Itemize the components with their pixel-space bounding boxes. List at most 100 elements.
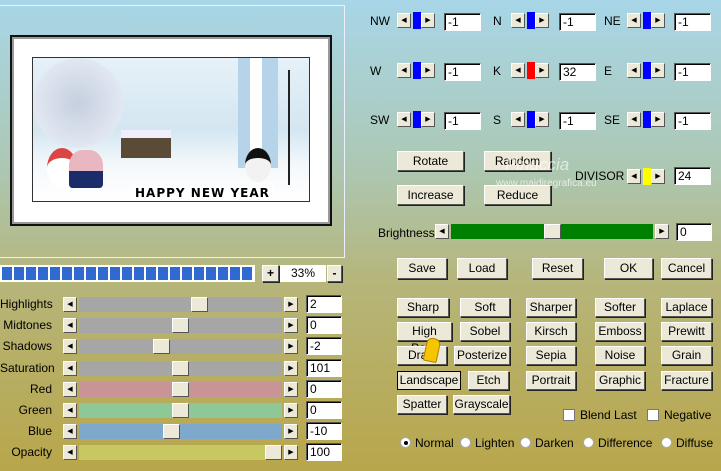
slider-thumb[interactable] xyxy=(643,168,651,185)
preset-portrait-button[interactable]: Portrait xyxy=(526,371,576,390)
slider-thumb[interactable] xyxy=(162,424,180,440)
matrix-field-sw[interactable]: -1 xyxy=(444,112,481,130)
matrix-field-s[interactable]: -1 xyxy=(559,112,596,130)
preset-high-pass-button[interactable]: High Pass xyxy=(397,322,452,355)
slider-thumb[interactable] xyxy=(413,62,421,79)
slider-thumb[interactable] xyxy=(527,12,535,29)
rotate-button[interactable]: Rotate xyxy=(397,151,464,171)
slider-midtones[interactable]: ◀ ▶ xyxy=(63,318,298,334)
right-arrow-icon[interactable]: ▶ xyxy=(421,112,435,127)
slider-thumb[interactable] xyxy=(190,297,208,312)
matrix-field-e[interactable]: -1 xyxy=(674,63,711,81)
preset-laplace-button[interactable]: Laplace xyxy=(661,298,712,317)
matrix-slider-w[interactable]: ◀ ▶ xyxy=(397,62,437,79)
slider-saturation[interactable]: ◀ ▶ xyxy=(63,360,298,376)
blend-last-checkbox[interactable] xyxy=(563,409,575,421)
right-arrow-icon[interactable]: ▶ xyxy=(535,112,549,127)
slider-track[interactable] xyxy=(79,445,282,461)
scroll-right-arrow-icon[interactable]: ▶ xyxy=(284,424,298,440)
slider-track[interactable] xyxy=(79,297,282,312)
preset-sharp-button[interactable]: Sharp xyxy=(397,298,449,317)
slider-thumb[interactable] xyxy=(172,318,189,334)
preset-spatter-button[interactable]: Spatter xyxy=(397,395,447,414)
preset-draw-button[interactable]: Draw xyxy=(397,346,447,365)
right-arrow-icon[interactable]: ▶ xyxy=(651,13,665,28)
brightness-field[interactable]: 0 xyxy=(676,223,712,241)
slider-thumb[interactable] xyxy=(643,111,651,128)
slider-thumb[interactable] xyxy=(413,12,421,29)
scroll-right-arrow-icon[interactable]: ▶ xyxy=(655,224,669,239)
scroll-left-arrow-icon[interactable]: ◀ xyxy=(63,297,77,312)
slider-blue[interactable]: ◀ ▶ xyxy=(63,424,298,440)
reset-button[interactable]: Reset xyxy=(532,258,583,279)
matrix-field-k[interactable]: 32 xyxy=(559,63,596,81)
slider-track[interactable] xyxy=(79,424,282,440)
left-arrow-icon[interactable]: ◀ xyxy=(627,63,641,78)
scroll-left-arrow-icon[interactable]: ◀ xyxy=(63,318,77,334)
preset-softer-button[interactable]: Softer xyxy=(595,298,645,317)
value-field[interactable]: 2 xyxy=(306,295,342,313)
slider-opacity[interactable]: ◀ ▶ xyxy=(63,445,298,461)
right-arrow-icon[interactable]: ▶ xyxy=(421,63,435,78)
value-field[interactable]: -10 xyxy=(306,422,342,441)
matrix-slider-ne[interactable]: ◀ ▶ xyxy=(627,12,667,29)
matrix-slider-n[interactable]: ◀ ▶ xyxy=(511,12,551,29)
slider-green[interactable]: ◀ ▶ xyxy=(63,403,298,418)
scroll-left-arrow-icon[interactable]: ◀ xyxy=(63,360,77,376)
value-field[interactable]: 0 xyxy=(306,316,342,335)
slider-thumb[interactable] xyxy=(172,360,189,376)
preset-graphic-button[interactable]: Graphic xyxy=(595,371,645,390)
right-arrow-icon[interactable]: ▶ xyxy=(651,63,665,78)
scroll-right-arrow-icon[interactable]: ▶ xyxy=(284,360,298,376)
ok-button[interactable]: OK xyxy=(604,258,653,279)
preset-soft-button[interactable]: Soft xyxy=(460,298,510,317)
preset-emboss-button[interactable]: Emboss xyxy=(595,322,645,341)
slider-thumb[interactable] xyxy=(543,224,561,239)
left-arrow-icon[interactable]: ◀ xyxy=(397,63,411,78)
matrix-field-ne[interactable]: -1 xyxy=(674,13,711,31)
slider-highlights[interactable]: ◀ ▶ xyxy=(63,297,298,312)
left-arrow-icon[interactable]: ◀ xyxy=(627,112,641,127)
scroll-right-arrow-icon[interactable]: ▶ xyxy=(284,445,298,461)
negative-checkbox[interactable] xyxy=(647,409,659,421)
slider-thumb[interactable] xyxy=(265,445,282,461)
load-button[interactable]: Load xyxy=(457,258,507,279)
slider-thumb[interactable] xyxy=(153,339,171,355)
scroll-right-arrow-icon[interactable]: ▶ xyxy=(284,297,298,312)
slider-thumb[interactable] xyxy=(413,111,421,128)
preset-landscape-button[interactable]: Landscape xyxy=(397,371,461,390)
right-arrow-icon[interactable]: ▶ xyxy=(651,112,665,127)
divisor-field[interactable]: 24 xyxy=(674,167,711,185)
zoom-in-button[interactable]: + xyxy=(262,265,279,282)
cancel-button[interactable]: Cancel xyxy=(661,258,712,279)
left-arrow-icon[interactable]: ◀ xyxy=(627,169,641,184)
scroll-right-arrow-icon[interactable]: ▶ xyxy=(284,339,298,355)
right-arrow-icon[interactable]: ▶ xyxy=(535,13,549,28)
scroll-left-arrow-icon[interactable]: ◀ xyxy=(63,403,77,418)
preset-etch-button[interactable]: Etch xyxy=(468,371,509,390)
increase-button[interactable]: Increase xyxy=(397,185,464,205)
matrix-slider-k[interactable]: ◀ ▶ xyxy=(511,62,551,79)
scroll-left-arrow-icon[interactable]: ◀ xyxy=(63,445,77,461)
left-arrow-icon[interactable]: ◀ xyxy=(511,13,525,28)
slider-red[interactable]: ◀ ▶ xyxy=(63,381,298,397)
value-field[interactable]: 0 xyxy=(306,379,342,398)
brightness-slider[interactable]: ◀ ▶ xyxy=(435,224,669,239)
value-field[interactable]: 101 xyxy=(306,358,342,377)
preset-sepia-button[interactable]: Sepia xyxy=(526,346,576,365)
matrix-slider-s[interactable]: ◀ ▶ xyxy=(511,111,551,128)
preset-posterize-button[interactable]: Posterize xyxy=(454,346,510,365)
scroll-left-arrow-icon[interactable]: ◀ xyxy=(63,381,77,397)
value-field[interactable]: -2 xyxy=(306,337,342,356)
slider-thumb[interactable] xyxy=(172,381,189,397)
divisor-slider[interactable]: ◀ ▶ xyxy=(627,168,667,185)
left-arrow-icon[interactable]: ◀ xyxy=(511,112,525,127)
right-arrow-icon[interactable]: ▶ xyxy=(651,169,665,184)
preset-sharper-button[interactable]: Sharper xyxy=(526,298,576,317)
scroll-left-arrow-icon[interactable]: ◀ xyxy=(435,224,449,239)
save-button[interactable]: Save xyxy=(397,258,447,279)
left-arrow-icon[interactable]: ◀ xyxy=(397,13,411,28)
value-field[interactable]: 100 xyxy=(306,443,342,462)
scroll-left-arrow-icon[interactable]: ◀ xyxy=(63,424,77,440)
matrix-field-n[interactable]: -1 xyxy=(559,13,596,31)
